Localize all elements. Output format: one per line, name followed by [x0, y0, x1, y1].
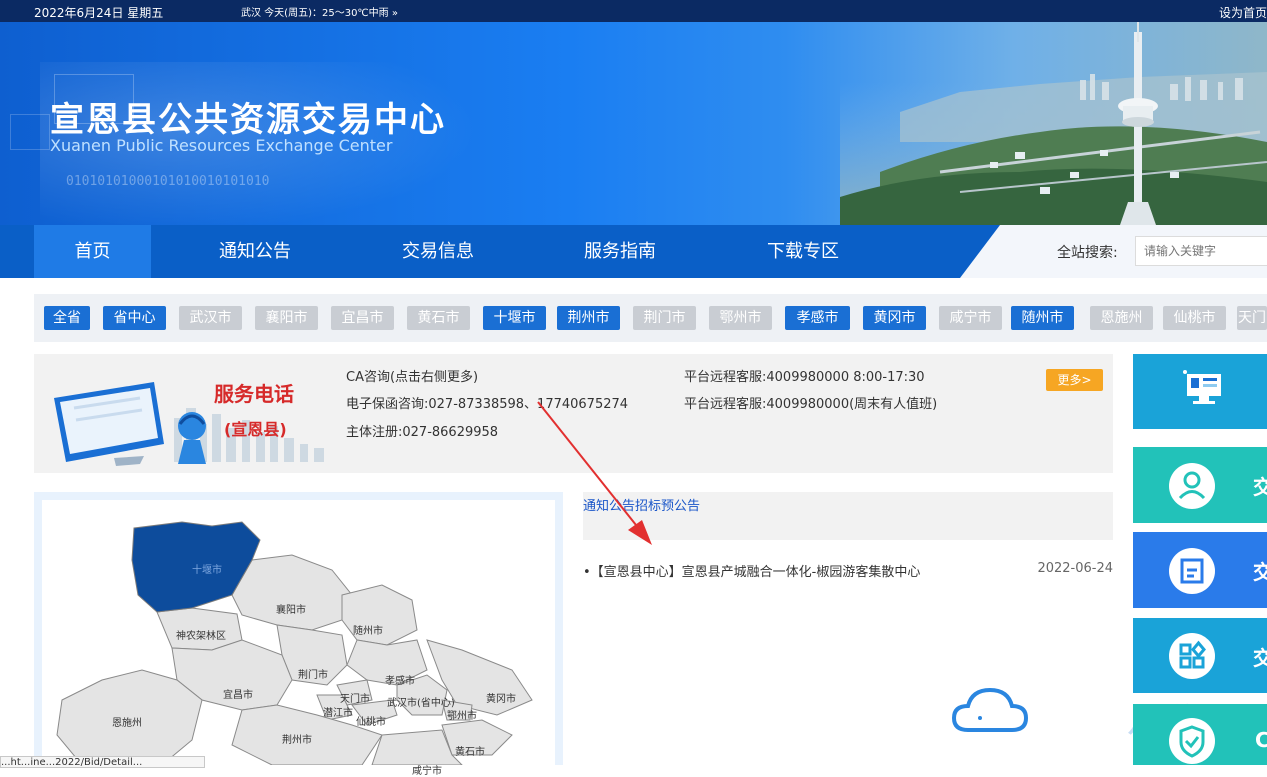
- region-button-yichang[interactable]: 宜昌市: [331, 306, 394, 330]
- notice-section-header: 通知公告招标预公告: [583, 492, 1113, 540]
- side-tile-user[interactable]: 交: [1133, 447, 1267, 523]
- map-label-wuhan[interactable]: 武汉市(省中心): [387, 694, 455, 709]
- map-label-xiantao[interactable]: 仙桃市: [356, 713, 386, 728]
- remote-support-hours: 平台远程客服:4009980000 8:00-17:30: [684, 370, 925, 385]
- entity-register: 主体注册:027-86629958: [346, 425, 499, 440]
- site-subtitle: Xuanen Public Resources Exchange Center: [50, 136, 393, 155]
- region-button-xiaogan[interactable]: 孝感市: [785, 306, 850, 330]
- region-button-province-center[interactable]: 省中心: [103, 306, 166, 330]
- more-button[interactable]: 更多>: [1046, 369, 1103, 391]
- shield-check-icon: [1169, 718, 1215, 764]
- computer-screen-icon: [1183, 370, 1221, 404]
- region-button-jingmen[interactable]: 荆门市: [633, 306, 696, 330]
- e-guarantee-consult: 电子保函咨询:027-87338598、17740675274: [346, 397, 629, 412]
- map-canvas: 十堰市 襄阳市 神农架林区 随州市 荆门市 孝感市 宜昌市 天门市 武汉市(省中…: [42, 500, 555, 777]
- side-tile-apps-label: 交: [1253, 646, 1267, 670]
- region-button-wuhan[interactable]: 武汉市: [179, 306, 242, 330]
- nav-item-trade-info[interactable]: 交易信息: [368, 225, 508, 278]
- region-button-huanggang[interactable]: 黄冈市: [863, 306, 926, 330]
- user-icon: [1169, 463, 1215, 509]
- region-button-enshi[interactable]: 恩施州: [1090, 306, 1153, 330]
- hotline-title: 服务电话: [214, 382, 294, 406]
- map-label-huangshi[interactable]: 黄石市: [455, 743, 485, 758]
- side-tile-edit[interactable]: 交: [1133, 532, 1267, 608]
- banner-box-decoration-2: [10, 114, 50, 150]
- search-label: 全站搜索:: [1057, 245, 1118, 261]
- region-button-xianning[interactable]: 咸宁市: [939, 306, 1002, 330]
- top-bar: 2022年6月24日 星期五 武汉 今天(周五)：25～30℃中雨 » 设为首页: [0, 0, 1267, 22]
- site-banner: 宣恩县公共资源交易中心 Xuanen Public Resources Exch…: [0, 22, 1267, 225]
- map-label-enshi[interactable]: 恩施州: [112, 714, 142, 729]
- weather-info[interactable]: 武汉 今天(周五)：25～30℃中雨 »: [241, 4, 398, 19]
- map-label-xianning[interactable]: 咸宁市: [412, 762, 442, 777]
- site-title[interactable]: 宣恩县公共资源交易中心: [50, 92, 446, 141]
- set-homepage-link[interactable]: 设为首页: [1219, 4, 1267, 21]
- map-label-huanggang[interactable]: 黄冈市: [486, 690, 516, 705]
- map-label-yichang[interactable]: 宜昌市: [223, 686, 253, 701]
- side-tile-user-label: 交: [1253, 475, 1267, 499]
- region-button-huangshi[interactable]: 黄石市: [407, 306, 470, 330]
- main-nav: 首页 通知公告 交易信息 服务指南 下载专区 全站搜索:: [0, 225, 1267, 278]
- map-label-xiangyang[interactable]: 襄阳市: [276, 601, 306, 616]
- current-date: 2022年6月24日 星期五: [34, 6, 164, 20]
- map-region-xiangyang: [231, 554, 353, 631]
- map-label-shiyan[interactable]: 十堰市: [192, 561, 222, 576]
- map-label-jingzhou[interactable]: 荆州市: [282, 731, 312, 746]
- cloud-icon: [951, 687, 1029, 732]
- region-button-all-province[interactable]: 全省: [44, 306, 90, 330]
- map-label-xiaogan[interactable]: 孝感市: [385, 672, 415, 687]
- map-label-ezhou[interactable]: 鄂州市: [447, 707, 477, 722]
- notice-item-title[interactable]: •【宣恩县中心】宣恩县产城融合一体化-椒园游客集散中心: [583, 565, 920, 580]
- map-label-jingmen[interactable]: 荆门市: [298, 666, 328, 681]
- notice-breadcrumb[interactable]: 通知公告招标预公告: [583, 495, 700, 514]
- region-filter-bar: 全省 省中心 武汉市 襄阳市 宜昌市 黄石市 十堰市 荆州市 荆门市 鄂州市 孝感市 黄冈市 咸宁市 随州…: [34, 294, 1267, 342]
- city-skyline-image: [840, 22, 1267, 225]
- nav-item-service-guide[interactable]: 服务指南: [550, 225, 690, 278]
- nav-item-home[interactable]: 首页: [34, 225, 151, 278]
- side-tile-apps[interactable]: 交: [1133, 618, 1267, 693]
- map-label-tianmen[interactable]: 天门市: [340, 690, 370, 705]
- ca-consult[interactable]: CA咨询(点击右侧更多): [346, 366, 478, 385]
- remote-support-weekend: 平台远程客服:4009980000(周末有人值班): [684, 397, 938, 412]
- service-hotline-panel: 服务电话 (宣恩县) CA咨询(点击右侧更多) 电子保函咨询:027-87338…: [34, 354, 1113, 473]
- hubei-map-panel: 十堰市 襄阳市 神农架林区 随州市 荆门市 孝感市 宜昌市 天门市 武汉市(省中…: [34, 492, 563, 777]
- region-button-xiantao[interactable]: 仙桃市: [1163, 306, 1226, 330]
- edit-form-icon: [1169, 548, 1215, 594]
- region-button-ezhou[interactable]: 鄂州市: [709, 306, 772, 330]
- region-button-suizhou[interactable]: 随州市: [1011, 306, 1074, 330]
- side-tile-platform[interactable]: [1133, 354, 1267, 429]
- side-tile-edit-label: 交: [1253, 560, 1267, 584]
- nav-item-downloads[interactable]: 下载专区: [733, 225, 873, 278]
- map-label-suizhou[interactable]: 随州市: [353, 622, 383, 637]
- notice-item-date: 2022-06-24: [1037, 561, 1113, 576]
- apps-grid-icon: [1169, 633, 1215, 679]
- region-button-jingzhou[interactable]: 荆州市: [557, 306, 620, 330]
- hotline-illustration: [54, 382, 324, 466]
- side-tile-verify[interactable]: C: [1133, 704, 1267, 765]
- region-button-shiyan[interactable]: 十堰市: [483, 306, 546, 330]
- map-label-shennongjia[interactable]: 神农架林区: [176, 627, 226, 642]
- hotline-county: (宣恩县): [224, 420, 287, 439]
- binary-decoration: 01010101000101010010101010: [66, 174, 270, 189]
- side-tile-verify-label: C: [1255, 728, 1267, 752]
- map-label-qianjiang[interactable]: 潜江市: [323, 704, 353, 719]
- browser-status-bar: ...ht...ine...2022/Bid/Detail...: [0, 756, 205, 768]
- nav-item-notices[interactable]: 通知公告: [185, 225, 325, 278]
- search-input[interactable]: [1135, 236, 1267, 266]
- region-button-tianmen[interactable]: 天门: [1237, 306, 1267, 330]
- notice-list-item[interactable]: •【宣恩县中心】宣恩县产城融合一体化-椒园游客集散中心 2022-06-24: [583, 561, 1113, 580]
- region-button-xiangyang[interactable]: 襄阳市: [255, 306, 318, 330]
